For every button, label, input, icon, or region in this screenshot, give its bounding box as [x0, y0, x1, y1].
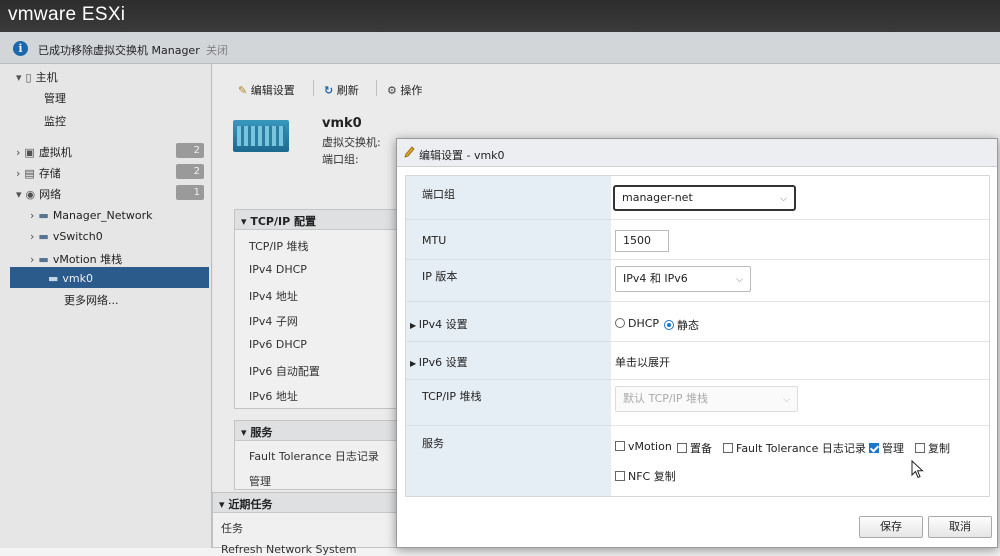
pencil-icon [404, 146, 415, 158]
stack-label: TCP/IP 堆栈 [422, 390, 482, 403]
chevron-down-icon: ⌵ [780, 194, 787, 204]
expand-arrow-icon: ▶ [410, 359, 419, 368]
ipv6-expand-hint: 单击以展开 [615, 356, 670, 369]
service-ft-logging-checkbox[interactable]: Fault Tolerance 日志记录 [723, 440, 866, 456]
services-label-cell: 服务 [406, 426, 611, 496]
ipv4-dhcp-radio[interactable]: DHCP [615, 317, 659, 330]
radio-selected-icon [664, 320, 674, 330]
checkbox-icon [615, 441, 625, 451]
portgroup-label: 端口组 [422, 188, 455, 201]
service-vmotion-checkbox[interactable]: vMotion [615, 440, 672, 453]
ipv4-value-cell: DHCP 静态 [611, 302, 989, 342]
top-bar: vmware ESXi [0, 0, 1000, 32]
service-nfc-replication-checkbox[interactable]: NFC 复制 [615, 468, 676, 484]
portgroup-select[interactable]: manager-net ⌵ [613, 185, 796, 211]
settings-form: 端口组 manager-net ⌵ MTU 1500 IP 版本 IPv4 和 I… [405, 175, 990, 497]
ipv6-label: ▶ IPv6 设置 [410, 356, 468, 369]
ipv4-label: ▶ IPv4 设置 [410, 318, 468, 331]
checkbox-icon [723, 443, 733, 453]
ipv4-label-cell[interactable]: ▶ IPv4 设置 [406, 302, 611, 342]
mtu-label-cell: MTU [406, 220, 611, 260]
ipversion-label-cell: IP 版本 [406, 260, 611, 302]
ipv4-static-radio[interactable]: 静态 [664, 317, 699, 333]
mtu-value-cell: 1500 [611, 220, 989, 260]
vmware-logo[interactable]: vmware ESXi [8, 4, 125, 26]
mtu-input[interactable]: 1500 [615, 230, 669, 252]
ipversion-value-cell: IPv4 和 IPv6 ⌵ [611, 260, 989, 302]
services-label: 服务 [422, 437, 444, 450]
service-management-checkbox[interactable]: 管理 [869, 440, 904, 456]
ipversion-select[interactable]: IPv4 和 IPv6 ⌵ [615, 266, 751, 292]
ipversion-label: IP 版本 [422, 270, 458, 283]
services-value-cell: vMotion 置备 Fault Tolerance 日志记录 管理 复制 NF… [611, 426, 989, 496]
ipv6-value-cell[interactable]: 单击以展开 [611, 342, 989, 380]
tcpip-stack-select: 默认 TCP/IP 堆栈 ⌵ [615, 386, 798, 412]
portgroup-value-cell: manager-net ⌵ [611, 176, 989, 220]
save-button[interactable]: 保存 [859, 516, 923, 538]
dialog-titlebar[interactable]: 编辑设置 - vmk0 [397, 139, 997, 167]
service-replication-checkbox[interactable]: 复制 [915, 440, 950, 456]
stack-label-cell: TCP/IP 堆栈 [406, 380, 611, 426]
service-provisioning-checkbox[interactable]: 置备 [677, 440, 712, 456]
checkbox-icon [915, 443, 925, 453]
dialog-title: 编辑设置 - vmk0 [419, 149, 505, 162]
checkbox-icon [677, 443, 687, 453]
portgroup-label-cell: 端口组 [406, 176, 611, 220]
expand-arrow-icon: ▶ [410, 321, 419, 330]
checkbox-icon [615, 471, 625, 481]
checkbox-checked-icon [869, 443, 879, 453]
mouse-cursor-icon [911, 460, 924, 479]
mtu-label: MTU [422, 234, 447, 247]
stack-value-cell: 默认 TCP/IP 堆栈 ⌵ [611, 380, 989, 426]
chevron-down-icon: ⌵ [736, 275, 743, 285]
edit-settings-dialog: 编辑设置 - vmk0 端口组 manager-net ⌵ MTU 1500 IP… [396, 138, 998, 548]
chevron-down-icon: ⌵ [783, 395, 790, 405]
ipv6-label-cell[interactable]: ▶ IPv6 设置 [406, 342, 611, 380]
cancel-button[interactable]: 取消 [928, 516, 992, 538]
radio-icon [615, 318, 625, 328]
